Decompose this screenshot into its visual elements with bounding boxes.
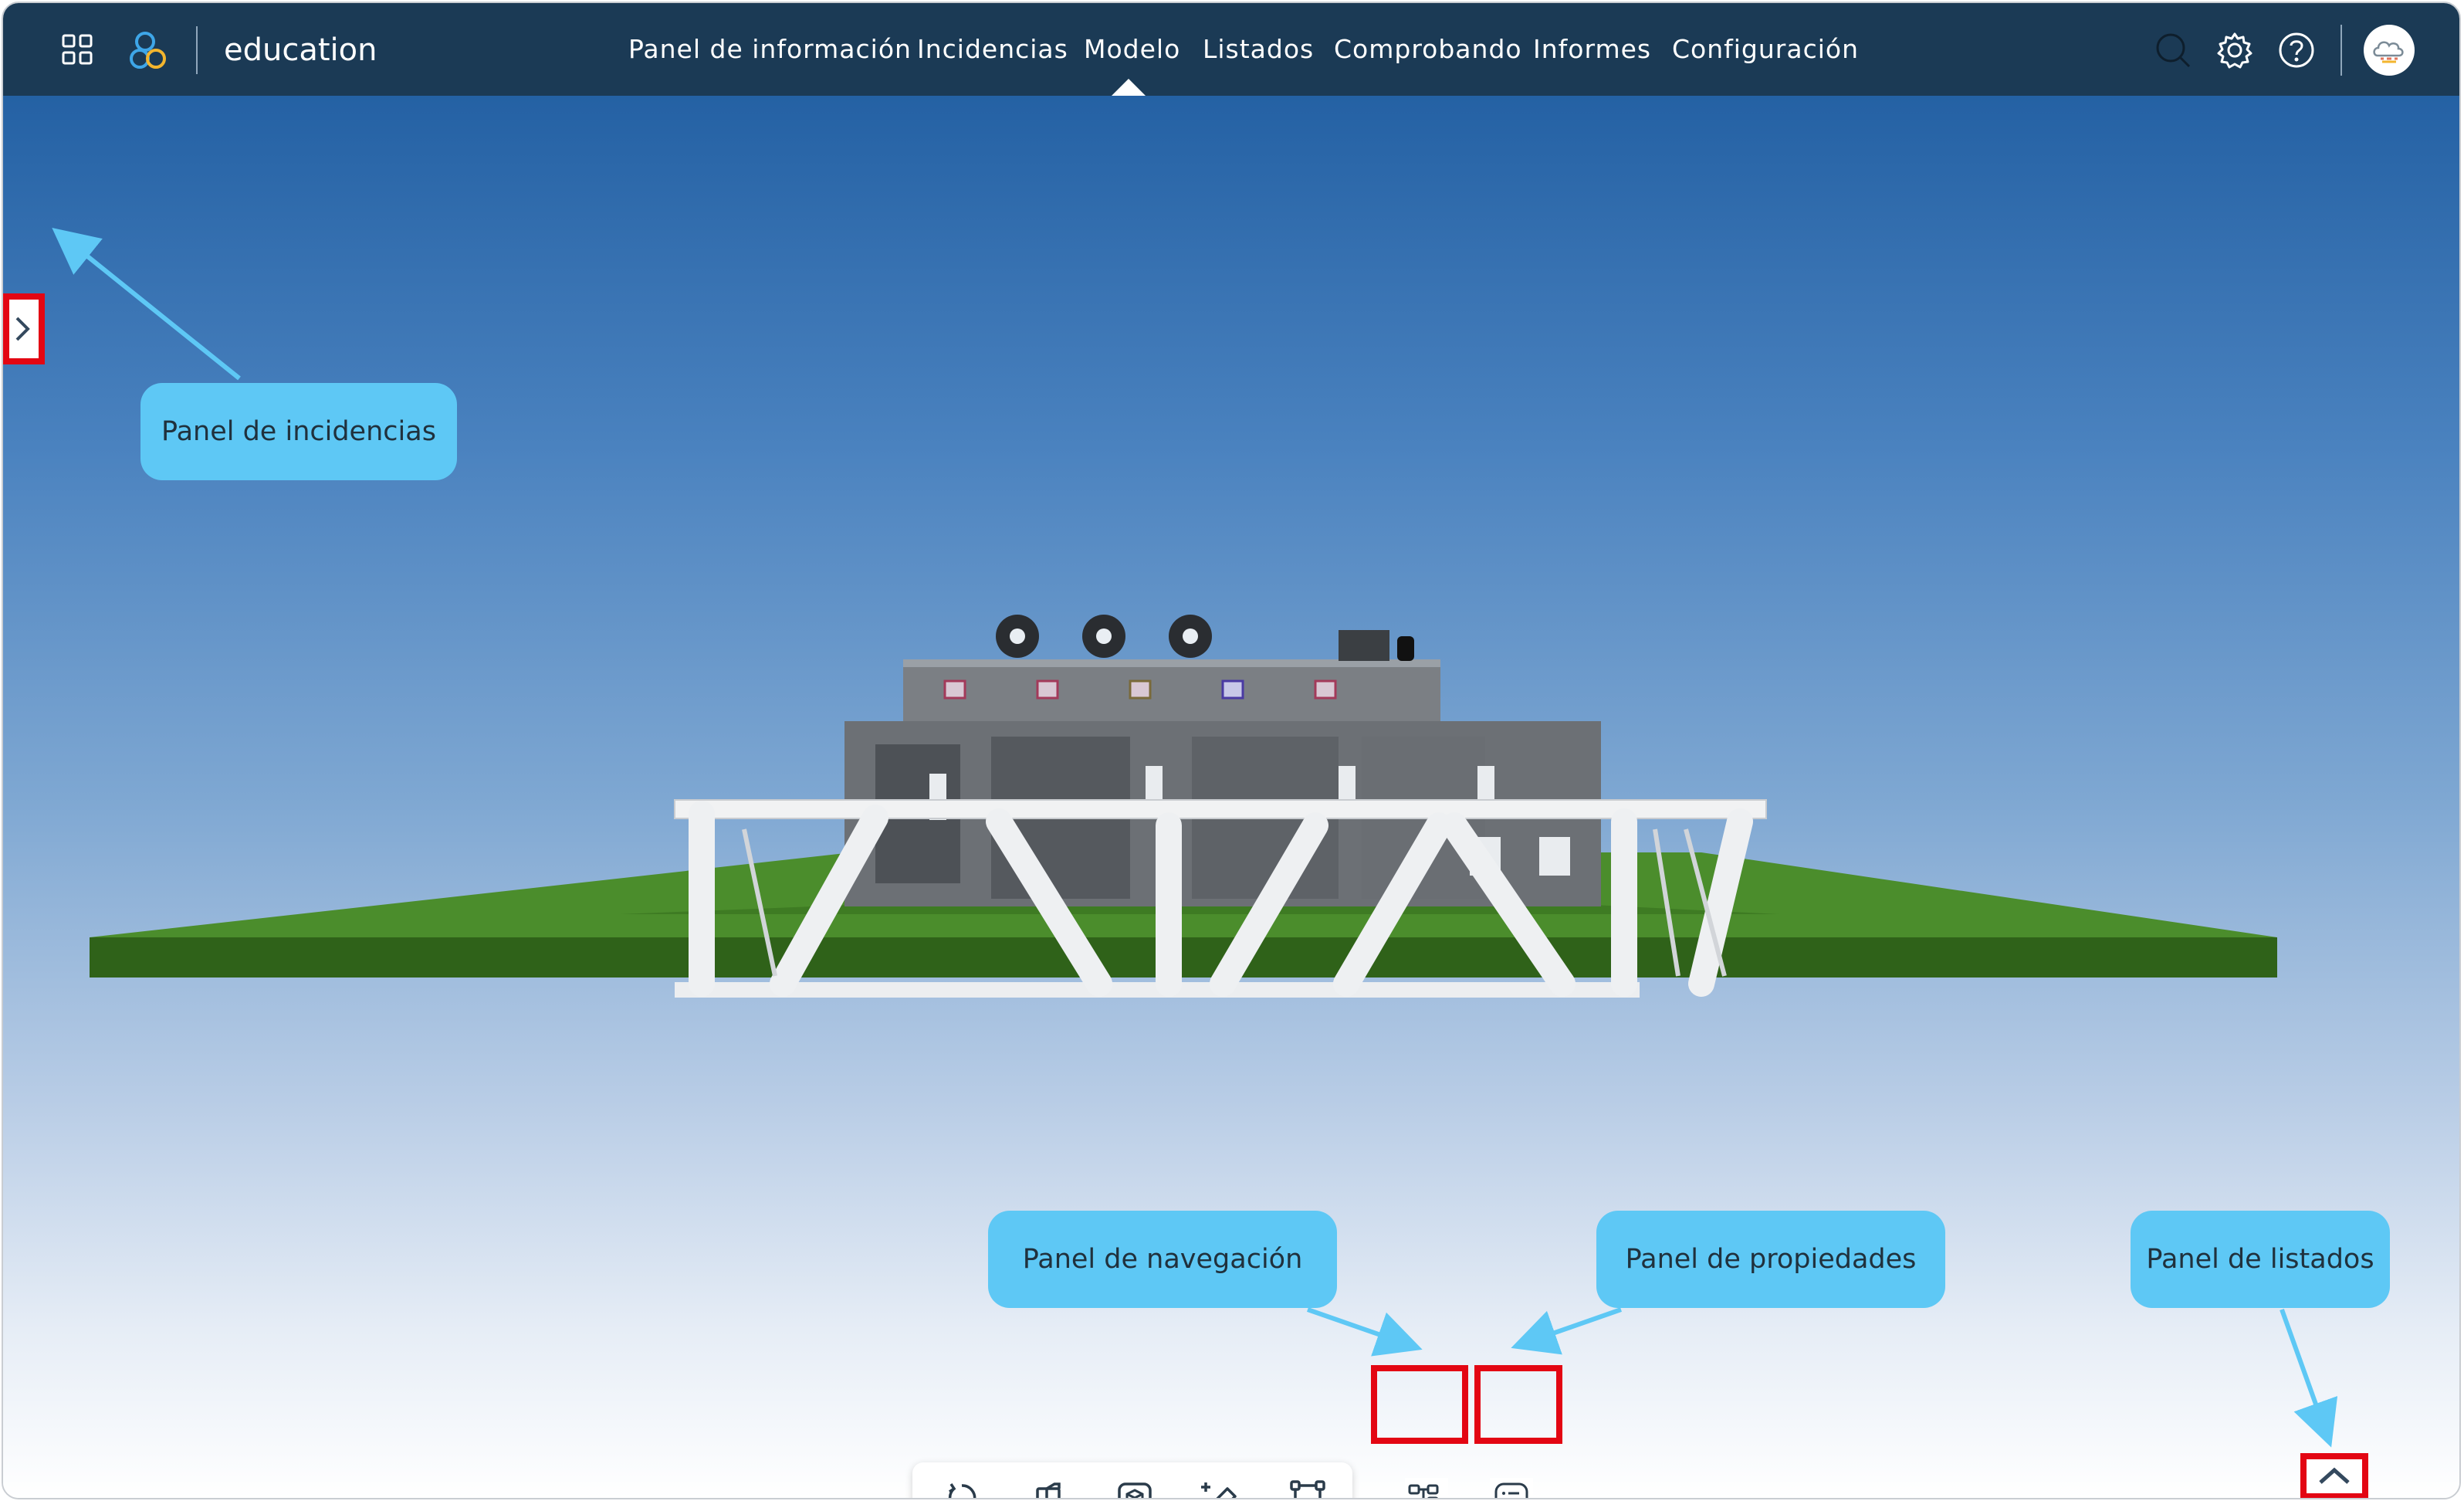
user-avatar[interactable] xyxy=(2364,25,2415,76)
fit-view-icon[interactable] xyxy=(1288,1478,1328,1498)
add-markup-icon[interactable] xyxy=(1201,1478,1241,1498)
highlight-listados-toggle xyxy=(2300,1453,2368,1498)
callout-panel-navegacion: Panel de navegación xyxy=(988,1211,1337,1308)
top-bar: education Panel de información Incidenci… xyxy=(3,3,2459,96)
callout-panel-incidencias: Panel de incidencias xyxy=(140,383,457,480)
gear-icon[interactable] xyxy=(2215,31,2254,69)
viewer-toolbar xyxy=(912,1462,1352,1498)
section-box-icon[interactable] xyxy=(1028,1478,1068,1498)
navigation-tree-icon[interactable] xyxy=(1405,1478,1448,1498)
main-nav: Panel de información Incidencias Modelo … xyxy=(3,3,2459,96)
app-window: education Panel de información Incidenci… xyxy=(2,2,2461,1499)
nav-comprobando[interactable]: Comprobando xyxy=(1334,32,1522,66)
header-divider xyxy=(2340,25,2342,76)
highlight-propiedades-button xyxy=(1474,1365,1562,1444)
highlight-incidencias-toggle xyxy=(3,293,45,364)
properties-list-icon[interactable] xyxy=(1490,1478,1533,1498)
nav-configuracion[interactable]: Configuración xyxy=(1672,32,1859,66)
3d-view-icon[interactable] xyxy=(1115,1478,1155,1498)
reset-view-icon[interactable] xyxy=(942,1478,982,1498)
help-icon[interactable] xyxy=(2277,31,2316,69)
nav-panel-informacion[interactable]: Panel de información xyxy=(628,32,912,66)
highlight-navegacion-button xyxy=(1371,1365,1468,1444)
active-tab-indicator xyxy=(1112,79,1146,96)
nav-incidencias[interactable]: Incidencias xyxy=(917,32,1068,66)
nav-listados[interactable]: Listados xyxy=(1203,32,1314,66)
nav-modelo[interactable]: Modelo xyxy=(1084,32,1180,66)
search-icon[interactable] xyxy=(2154,31,2192,69)
callout-panel-propiedades: Panel de propiedades xyxy=(1596,1211,1945,1308)
nav-informes[interactable]: Informes xyxy=(1533,32,1651,66)
3d-viewport[interactable]: Panel de incidencias Panel de navegación… xyxy=(3,96,2459,1498)
callout-panel-listados: Panel de listados xyxy=(2131,1211,2390,1308)
